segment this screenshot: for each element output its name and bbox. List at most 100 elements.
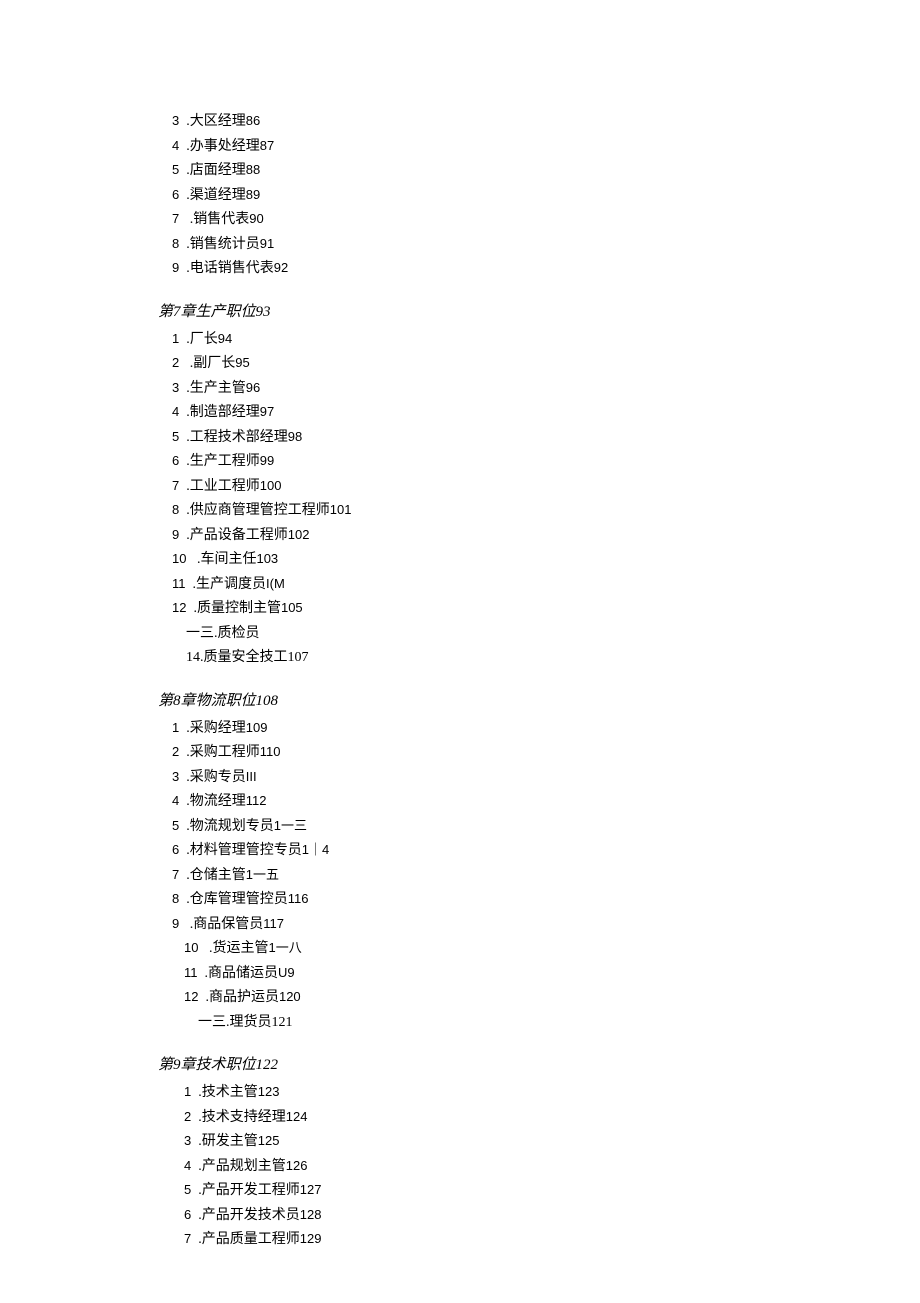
toc-item-page: 99 bbox=[260, 453, 274, 468]
toc-item: 2 .采购工程师110 bbox=[172, 741, 920, 766]
toc-item-page: 123 bbox=[258, 1084, 280, 1099]
toc-item-separator: . bbox=[191, 1208, 202, 1223]
toc-item-page: 1一五 bbox=[246, 867, 279, 882]
toc-item: 7 .产品质量工程师129 bbox=[184, 1228, 920, 1253]
toc-item-page: 129 bbox=[300, 1231, 322, 1246]
toc-item-text: 生产主管 bbox=[190, 381, 246, 396]
toc-item-text: 厂长 bbox=[190, 332, 218, 347]
toc-item-list: 1 .采购经理1092 .采购工程师1103 .采购专员III4 .物流经理11… bbox=[158, 717, 920, 938]
toc-item: 8 .供应商管理管控工程师101 bbox=[172, 499, 920, 524]
toc-item-separator: . bbox=[186, 601, 197, 616]
toc-item-page: 88 bbox=[246, 162, 260, 177]
toc-item: 4 .办事处经理87 bbox=[172, 135, 920, 160]
chapter-number: 7 bbox=[173, 304, 181, 320]
toc-item-separator: . bbox=[179, 503, 190, 518]
chapter-title: 章物流职位 bbox=[181, 693, 256, 709]
toc-item: 9 .商品保管员117 bbox=[172, 913, 920, 938]
toc-item-separator: . bbox=[186, 577, 197, 592]
toc-item-page: III bbox=[246, 769, 257, 784]
toc-item-page: 102 bbox=[288, 527, 310, 542]
toc-item-text: 副厂长 bbox=[193, 356, 235, 371]
toc-item-number: 10 bbox=[172, 551, 186, 566]
toc-item-text: 生产工程师 bbox=[190, 454, 260, 469]
toc-item-separator: . bbox=[191, 1085, 202, 1100]
toc-item: 一三.理货员121 bbox=[184, 1011, 920, 1036]
chapter-prefix: 第 bbox=[158, 693, 173, 709]
toc-item-page: 116 bbox=[288, 891, 309, 906]
toc-item-text: 仓储主管 bbox=[190, 868, 246, 883]
toc-item-text: 生产调度员 bbox=[196, 577, 266, 592]
toc-item-raw: 一三.理货员121 bbox=[198, 1015, 293, 1030]
toc-item-separator: . bbox=[179, 114, 190, 129]
toc-item-text: 技术主管 bbox=[202, 1085, 258, 1100]
toc-item-separator: . bbox=[179, 405, 190, 420]
toc-item-number: 11 bbox=[172, 576, 186, 591]
toc-item: 6 .渠道经理89 bbox=[172, 184, 920, 209]
chapter-page: 122 bbox=[256, 1057, 279, 1073]
toc-item-page: 126 bbox=[286, 1158, 308, 1173]
toc-item: 11 .生产调度员I(M bbox=[172, 573, 920, 598]
toc-item: 4 .制造部经理97 bbox=[172, 401, 920, 426]
toc-item-separator: . bbox=[191, 1110, 202, 1125]
toc-item-number: 11 bbox=[184, 965, 198, 980]
toc-item-text: 办事处经理 bbox=[190, 139, 260, 154]
toc-item-page: 128 bbox=[300, 1207, 322, 1222]
toc-item-page: 89 bbox=[246, 187, 260, 202]
toc-item-text: 商品保管员 bbox=[193, 917, 263, 932]
toc-item-separator: . bbox=[191, 1159, 202, 1174]
toc-item: 2 .副厂长95 bbox=[172, 352, 920, 377]
toc-item-text: 商品护运员 bbox=[209, 990, 279, 1005]
toc-item-separator: . bbox=[191, 1134, 202, 1149]
toc-item: 10 .货运主管1一八 bbox=[184, 937, 920, 962]
toc-item: 14.质量安全技工107 bbox=[172, 646, 920, 671]
toc-item: 5 .产品开发工程师127 bbox=[184, 1179, 920, 1204]
toc-item-page: 125 bbox=[258, 1133, 280, 1148]
toc-item-number: 12 bbox=[172, 600, 186, 615]
toc-item-page: 100 bbox=[260, 478, 282, 493]
toc-item-text: 供应商管理管控工程师 bbox=[190, 503, 330, 518]
toc-item-page: 109 bbox=[246, 720, 268, 735]
toc-item-page: 120 bbox=[279, 989, 301, 1004]
toc-item-text: 采购经理 bbox=[190, 721, 246, 736]
toc-item-text: 采购专员 bbox=[190, 770, 246, 785]
toc-item: 6 .产品开发技术员128 bbox=[184, 1204, 920, 1229]
toc-item-separator: . bbox=[179, 843, 190, 858]
chapter-title: 章技术职位 bbox=[181, 1057, 256, 1073]
toc-item: 8 .销售统计员91 bbox=[172, 233, 920, 258]
chapter-heading: 第9章技术职位122 bbox=[158, 1053, 920, 1077]
toc-item-text: 工程技术部经理 bbox=[190, 430, 288, 445]
toc-item-list: 1 .技术主管1232 .技术支持经理1243 .研发主管1254 .产品规划主… bbox=[158, 1081, 920, 1253]
toc-item-page: 124 bbox=[286, 1109, 308, 1124]
toc-item-text: 销售统计员 bbox=[190, 237, 260, 252]
toc-item-page: U9 bbox=[278, 965, 295, 980]
toc-item-separator: . bbox=[179, 381, 190, 396]
chapter-heading: 第8章物流职位108 bbox=[158, 689, 920, 713]
toc-item-text: 物流经理 bbox=[190, 794, 246, 809]
toc-item-separator: . bbox=[198, 966, 209, 981]
toc-item-separator: . bbox=[179, 479, 190, 494]
toc-item-text: 技术支持经理 bbox=[202, 1110, 286, 1125]
toc-item: 5 .工程技术部经理98 bbox=[172, 426, 920, 451]
toc-item-page: 105 bbox=[281, 600, 303, 615]
toc-item-page: 1一八 bbox=[268, 940, 301, 955]
toc-item-text: 工业工程师 bbox=[190, 479, 260, 494]
toc-item-text: 店面经理 bbox=[190, 163, 246, 178]
toc-item: 5 .店面经理88 bbox=[172, 159, 920, 184]
chapter-prefix: 第 bbox=[158, 304, 173, 320]
toc-item: 9 .电话销售代表92 bbox=[172, 257, 920, 282]
toc-item: 1 .厂长94 bbox=[172, 328, 920, 353]
toc-item-page: 95 bbox=[235, 355, 249, 370]
toc-item-page: 1｜4 bbox=[302, 842, 329, 857]
toc-item-page: 112 bbox=[246, 793, 267, 808]
toc-item-separator: . bbox=[198, 941, 212, 956]
toc-item-separator: . bbox=[179, 917, 193, 932]
toc-item-page: 86 bbox=[246, 113, 260, 128]
toc-item-list: 3 .大区经理864 .办事处经理875 .店面经理886 .渠道经理897 .… bbox=[158, 110, 920, 282]
toc-item-number: 12 bbox=[184, 989, 198, 1004]
toc-item-text: 产品开发技术员 bbox=[202, 1208, 300, 1223]
toc-item-separator: . bbox=[179, 261, 190, 276]
toc-item: 4 .物流经理112 bbox=[172, 790, 920, 815]
toc-item-separator: . bbox=[179, 430, 190, 445]
toc-item-separator: . bbox=[179, 892, 190, 907]
toc-item-separator: . bbox=[179, 770, 190, 785]
